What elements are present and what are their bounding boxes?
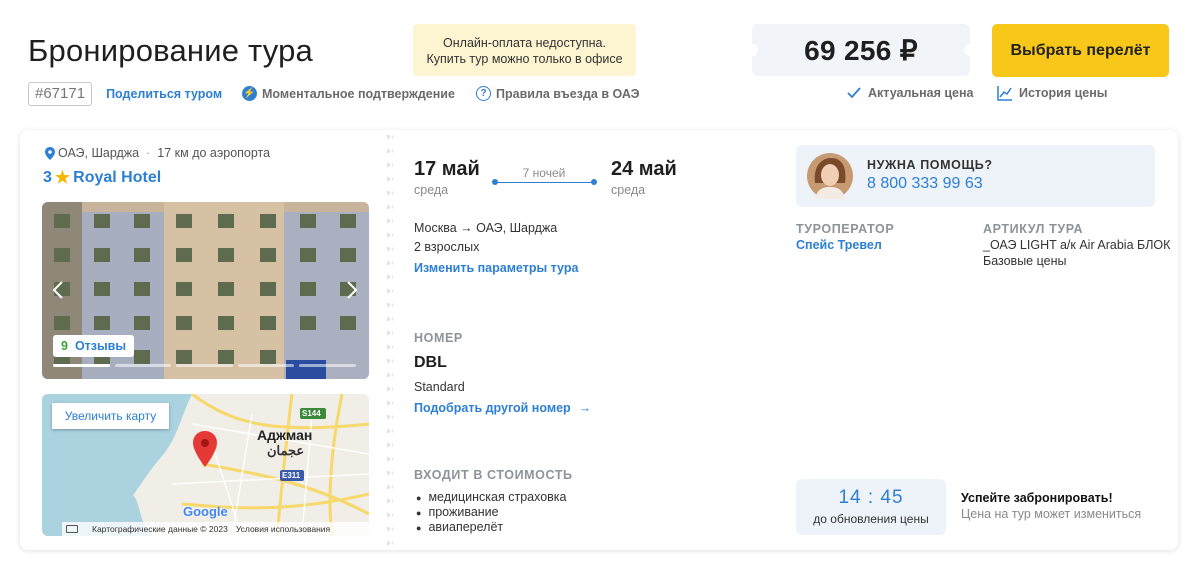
list-item: ● авиаперелёт <box>416 520 504 534</box>
date-to: 24 май <box>611 158 677 180</box>
day-to: среда <box>611 183 646 197</box>
return-date: 24 май среда <box>611 158 677 197</box>
map-terms-link[interactable]: Условия использования <box>236 524 330 534</box>
instant-confirm-label: Моментальное подтверждение <box>262 86 455 101</box>
share-tour-link[interactable]: Поделиться туром <box>106 87 222 101</box>
reviews-count: 9 <box>61 339 68 353</box>
map-zoom-button[interactable]: Увеличить карту <box>52 403 169 429</box>
keyboard-icon <box>66 525 78 533</box>
help-phone-link[interactable]: 8 800 333 99 63 <box>867 175 983 193</box>
actual-price-indicator: Актуальная цена <box>847 86 974 100</box>
list-item: ● проживание <box>416 505 499 519</box>
chart-line-icon <box>997 86 1012 101</box>
timer-caption: до обновления цены <box>813 512 929 526</box>
location-text: ОАЭ, Шарджа <box>58 146 140 160</box>
question-icon: ? <box>476 86 491 101</box>
carousel-prev-icon[interactable] <box>52 280 64 300</box>
route: Москва → ОАЭ, Шарджа <box>414 221 558 235</box>
google-logo: Google <box>183 504 228 519</box>
date-from: 17 май <box>414 158 480 180</box>
operator-link[interactable]: Спейс Тревел <box>796 238 882 252</box>
day-from: среда <box>414 183 449 197</box>
page-title: Бронирование тура <box>28 33 313 68</box>
instant-confirm-feature: ⚡ Моментальное подтверждение <box>242 86 455 101</box>
help-box: НУЖНА ПОМОЩЬ? 8 800 333 99 63 <box>796 145 1155 207</box>
arrow-right-icon: → <box>578 401 592 415</box>
article-line2: Базовые цены <box>983 254 1067 268</box>
carousel-indicators <box>53 364 356 367</box>
entry-rules-link[interactable]: ? Правила въезда в ОАЭ <box>476 86 640 101</box>
hotel-photo-carousel[interactable]: 9 Отзывы <box>42 202 369 379</box>
room-type: DBL <box>414 354 447 371</box>
article-line1: _ОАЭ LIGHT а/к Air Arabia БЛОК <box>983 238 1171 252</box>
actual-price-label: Актуальная цена <box>868 86 974 100</box>
change-params-link[interactable]: Изменить параметры тура <box>414 261 578 275</box>
road-label-e311: E311 <box>282 471 301 480</box>
carousel-next-icon[interactable] <box>346 280 358 300</box>
select-flight-button[interactable]: Выбрать перелёт <box>992 24 1169 77</box>
hotel-map[interactable]: S144 E311 Аджман عجمان Увеличить карту G… <box>42 394 369 536</box>
warning-line1: Онлайн-оплата недоступна. <box>443 36 606 50</box>
hotel-name: Royal Hotel <box>73 169 162 186</box>
avatar <box>807 153 853 199</box>
price-history-label: История цены <box>1019 86 1108 100</box>
operator-label: ТУРОПЕРАТОР <box>796 222 895 236</box>
warning-line2: Купить тур можно только в офисе <box>426 52 623 66</box>
tour-price: 69 256 ₽ <box>804 34 918 66</box>
nights-line-end <box>591 179 597 185</box>
map-city-ar: عجمان <box>267 443 305 458</box>
price-timer: 14 : 45 до обновления цены <box>796 479 946 535</box>
article-label: АРТИКУЛ ТУРА <box>983 222 1084 236</box>
lightning-icon: ⚡ <box>242 86 257 101</box>
check-icon <box>847 87 861 99</box>
departure-date: 17 май среда <box>414 158 480 197</box>
guests: 2 взрослых <box>414 240 480 254</box>
star-icon: ★ <box>54 168 71 187</box>
card-divider <box>387 130 393 550</box>
hotel-title[interactable]: 3 ★ Royal Hotel <box>43 168 161 188</box>
nights-line-start <box>492 179 498 185</box>
pick-room-label: Подобрать другой номер <box>414 401 571 415</box>
location-separator: · <box>146 146 151 160</box>
payment-warning: Онлайн-оплата недоступна. Купить тур мож… <box>413 24 636 76</box>
map-pin-icon <box>45 146 55 160</box>
map-city-ru: Аджман <box>257 427 313 443</box>
map-attrib-text: Картографические данные © 2023 <box>92 524 228 534</box>
road-label-s144: S144 <box>302 409 321 418</box>
included-section-label: ВХОДИТ В СТОИМОСТЬ <box>414 468 573 482</box>
hurry-title: Успейте забронировать! <box>961 491 1113 505</box>
map-marker-icon <box>193 431 217 467</box>
price-history-link[interactable]: История цены <box>997 85 1107 101</box>
pick-room-link[interactable]: Подобрать другой номер → <box>414 401 591 415</box>
hotel-stars-count: 3 <box>43 169 52 186</box>
price-box: 69 256 ₽ <box>746 24 976 76</box>
reviews-badge[interactable]: 9 Отзывы <box>53 335 135 357</box>
included-list: ● медицинская страховка ● проживание ● авиа… <box>416 490 567 535</box>
airport-distance: 17 км до аэропорта <box>157 146 271 160</box>
hurry-subtitle: Цена на тур может измениться <box>961 507 1142 521</box>
reviews-label: Отзывы <box>74 339 127 353</box>
hotel-location: ОАЭ, Шарджа · 17 км до аэропорта <box>45 146 270 160</box>
list-item: ● медицинская страховка <box>416 490 567 504</box>
nights-line <box>494 182 594 183</box>
timer-value: 14 : 45 <box>838 487 904 508</box>
nights-count: 7 ночей <box>522 166 566 180</box>
room-section-label: НОМЕР <box>414 331 463 345</box>
tour-id-badge: #67171 <box>28 82 93 106</box>
room-category: Standard <box>414 380 465 394</box>
help-title: НУЖНА ПОМОЩЬ? <box>867 158 993 172</box>
entry-rules-label: Правила въезда в ОАЭ <box>496 86 640 101</box>
tour-meta-row: #67171 Поделиться туром <box>28 82 222 106</box>
map-attribution: Картографические данные © 2023 Условия и… <box>62 522 369 536</box>
